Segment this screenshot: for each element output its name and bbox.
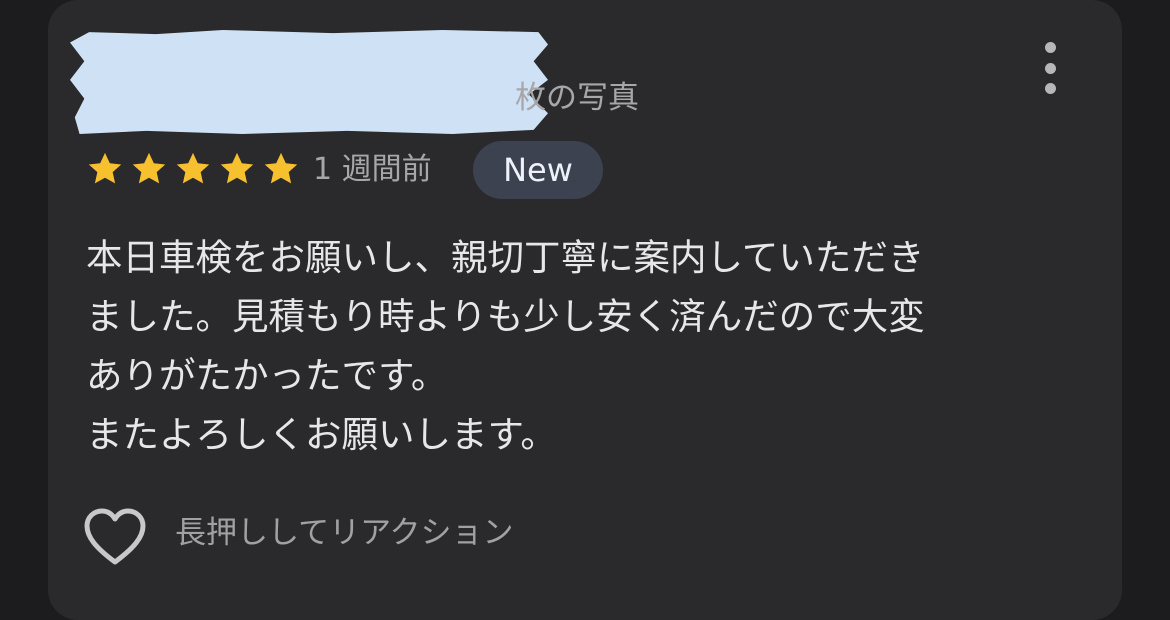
more-vert-icon-dot [1044, 62, 1056, 74]
star-icon [88, 152, 122, 184]
review-time: 1 週間前 [313, 152, 432, 187]
review-text: 本日車検をお願いし、親切丁寧に案内していただき ました。見積もり時よりも少し安く… [86, 228, 1066, 464]
review-text-line: 本日車検をお願いし、親切丁寧に案内していただき [86, 236, 925, 279]
review-text-line: ありがたかったです。 [86, 354, 448, 397]
reviewer-photo-count: 枚の写真 [515, 80, 639, 116]
review-text-line: またよろしくお願いします。 [86, 413, 557, 456]
star-icon [132, 152, 166, 184]
new-badge: New [473, 141, 603, 199]
star-icon [264, 152, 298, 184]
star-icon [176, 152, 210, 184]
redacted-reviewer-name [70, 30, 548, 134]
more-options-button[interactable] [1030, 40, 1070, 96]
review-text-line: ました。見積もり時よりも少し安く済んだので大変 [86, 295, 925, 338]
star-rating [85, 150, 301, 188]
star-icon [220, 152, 254, 184]
more-vert-icon-dot [1044, 42, 1056, 53]
reaction-hint: 長押ししてリアクション [175, 515, 514, 551]
heart-outline-icon[interactable] [82, 506, 148, 566]
more-vert-icon-dot [1044, 83, 1056, 94]
